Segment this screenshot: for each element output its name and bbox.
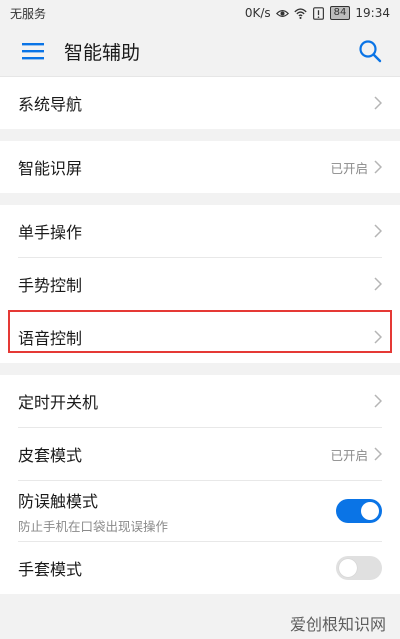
chevron-right-icon — [374, 330, 382, 344]
chevron-right-icon — [374, 394, 382, 408]
item-label: 手套模式 — [18, 560, 83, 579]
status-right: 0K/s 84 19:34 — [245, 6, 390, 20]
battery-indicator: 84 — [329, 6, 351, 20]
scheduled-power-item[interactable]: 定时开关机 — [18, 375, 382, 428]
item-right — [374, 375, 382, 427]
section-gap — [0, 193, 400, 205]
section-gap — [0, 363, 400, 375]
gesture-control-item[interactable]: 手势控制 — [18, 258, 382, 311]
item-right — [374, 311, 382, 363]
eye-icon — [275, 9, 289, 17]
chevron-right-icon — [374, 447, 382, 461]
item-right — [336, 481, 382, 541]
glove-mode-toggle[interactable] — [336, 556, 382, 580]
alert-icon — [312, 6, 324, 20]
item-text: 防误触模式 防止手机在口袋出现误操作 — [18, 488, 168, 535]
section-gap — [0, 129, 400, 141]
item-right — [374, 77, 382, 129]
system-navigation-item[interactable]: 系统导航 — [18, 77, 382, 129]
watermark: 爱创根知识网 — [289, 615, 386, 634]
item-label: 皮套模式 — [18, 446, 83, 465]
anti-touch-mode-item: 防误触模式 防止手机在口袋出现误操作 — [18, 481, 382, 542]
anti-touch-toggle[interactable] — [336, 499, 382, 523]
section-smart-screen: 智能识屏 已开启 — [0, 141, 400, 193]
chevron-right-icon — [374, 224, 382, 238]
carrier-label: 无服务 — [10, 6, 47, 21]
chevron-right-icon — [374, 160, 382, 174]
item-label: 智能识屏 — [18, 159, 83, 178]
page-title: 智能辅助 — [64, 41, 141, 64]
item-label: 语音控制 — [18, 329, 83, 348]
menu-icon[interactable] — [22, 42, 44, 60]
section-modes: 定时开关机 皮套模式 已开启 防误触模式 防止手机在口袋出现误操作 手套模式 — [0, 375, 400, 594]
clock: 19:34 — [355, 6, 390, 20]
item-right: 已开启 — [330, 428, 382, 480]
item-status: 已开启 — [330, 160, 368, 176]
network-speed: 0K/s — [244, 6, 271, 20]
item-label: 防误触模式 — [18, 491, 99, 511]
item-right — [374, 205, 382, 257]
voice-control-item[interactable]: 语音控制 — [18, 311, 382, 363]
search-icon[interactable] — [358, 39, 382, 63]
section-navigation: 系统导航 — [0, 77, 400, 129]
status-bar: 无服务 0K/s 84 19:34 — [0, 0, 400, 26]
item-right: 已开启 — [330, 141, 382, 193]
item-right — [374, 258, 382, 310]
item-description: 防止手机在口袋出现误操作 — [18, 518, 169, 534]
item-label: 系统导航 — [18, 95, 83, 114]
section-controls: 单手操作 手势控制 语音控制 — [0, 205, 400, 363]
chevron-right-icon — [374, 96, 382, 110]
wifi-icon — [294, 7, 307, 19]
app-bar: 智能辅助 — [0, 26, 400, 77]
item-label: 定时开关机 — [18, 393, 99, 412]
item-status: 已开启 — [330, 447, 368, 463]
toggle-knob — [361, 502, 379, 520]
item-label: 手势控制 — [18, 276, 83, 295]
item-right — [336, 542, 382, 594]
toggle-knob — [339, 559, 357, 577]
item-label: 单手操作 — [18, 223, 83, 242]
smart-screen-item[interactable]: 智能识屏 已开启 — [18, 141, 382, 193]
chevron-right-icon — [374, 277, 382, 291]
glove-mode-item: 手套模式 — [18, 542, 382, 594]
one-hand-mode-item[interactable]: 单手操作 — [18, 205, 382, 258]
cover-mode-item[interactable]: 皮套模式 已开启 — [18, 428, 382, 481]
